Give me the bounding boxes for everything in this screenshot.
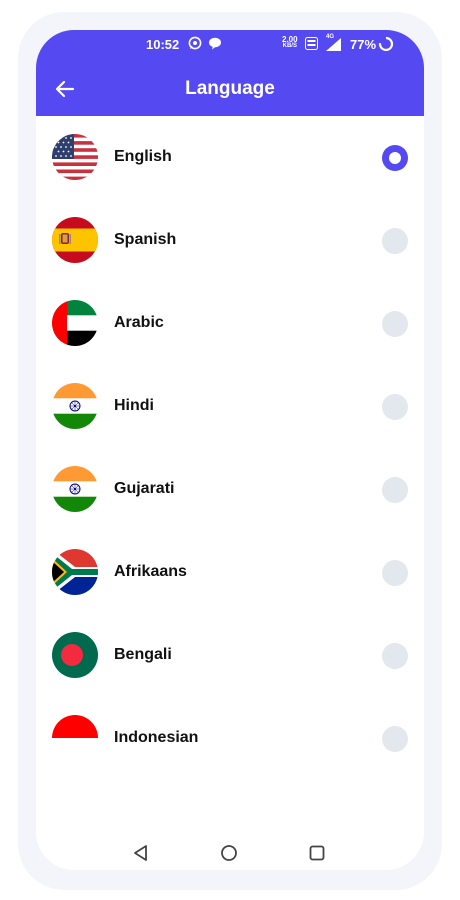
language-label: Arabic: [114, 314, 164, 331]
status-bar: 10:52 2.00 KB/S 4G 77%: [36, 30, 424, 60]
language-label: Hindi: [114, 397, 154, 414]
system-nav-bar: [36, 838, 424, 870]
whatsapp-icon: [188, 36, 202, 50]
india-flag-icon: [52, 466, 98, 512]
signal-icon: [326, 38, 341, 51]
radio-button[interactable]: [382, 477, 408, 503]
message-icon: [209, 37, 221, 50]
speed-unit: KB/S: [282, 43, 297, 49]
language-label: Gujarati: [114, 480, 175, 497]
uae-flag-icon: [52, 300, 98, 346]
volte-icon: [305, 37, 318, 50]
language-item-indonesian[interactable]: Indonesian: [36, 697, 424, 779]
radio-button[interactable]: [382, 228, 408, 254]
language-label: Bengali: [114, 646, 172, 663]
spain-flag-icon: [52, 217, 98, 263]
radio-button[interactable]: [382, 726, 408, 752]
language-item-spanish[interactable]: Spanish: [36, 199, 424, 281]
back-triangle-icon[interactable]: [130, 842, 152, 864]
speed-value: 2.00: [282, 35, 298, 44]
radio-button[interactable]: [382, 560, 408, 586]
page-title: Language: [185, 78, 275, 99]
language-item-arabic[interactable]: Arabic: [36, 282, 424, 364]
india-flag-icon: [52, 383, 98, 429]
language-label: English: [114, 148, 172, 165]
radio-button-selected[interactable]: [382, 145, 408, 171]
language-item-bengali[interactable]: Bengali: [36, 614, 424, 696]
language-item-afrikaans[interactable]: Afrikaans: [36, 531, 424, 613]
language-item-hindi[interactable]: Hindi: [36, 365, 424, 447]
south-africa-flag-icon: [52, 549, 98, 595]
bangladesh-flag-icon: [52, 632, 98, 678]
language-label: Indonesian: [114, 729, 199, 746]
phone-screen: 10:52 2.00 KB/S 4G 77% Language English …: [36, 30, 424, 870]
language-label: Afrikaans: [114, 563, 187, 580]
battery-icon: [378, 36, 394, 52]
language-item-gujarati[interactable]: Gujarati: [36, 448, 424, 530]
battery-percent: 77%: [350, 37, 377, 52]
radio-button[interactable]: [382, 394, 408, 420]
status-time: 10:52: [146, 37, 180, 52]
language-label: Spanish: [114, 231, 177, 248]
app-header: 10:52 2.00 KB/S 4G 77% Language: [36, 30, 424, 116]
indonesia-flag-icon: [52, 715, 98, 761]
recents-square-icon[interactable]: [306, 842, 328, 864]
network-speed: 2.00 KB/S: [282, 36, 298, 50]
usa-flag-icon: [52, 134, 98, 180]
radio-button[interactable]: [382, 643, 408, 669]
language-item-english[interactable]: English: [36, 116, 424, 198]
home-circle-icon[interactable]: [218, 842, 240, 864]
radio-button[interactable]: [382, 311, 408, 337]
